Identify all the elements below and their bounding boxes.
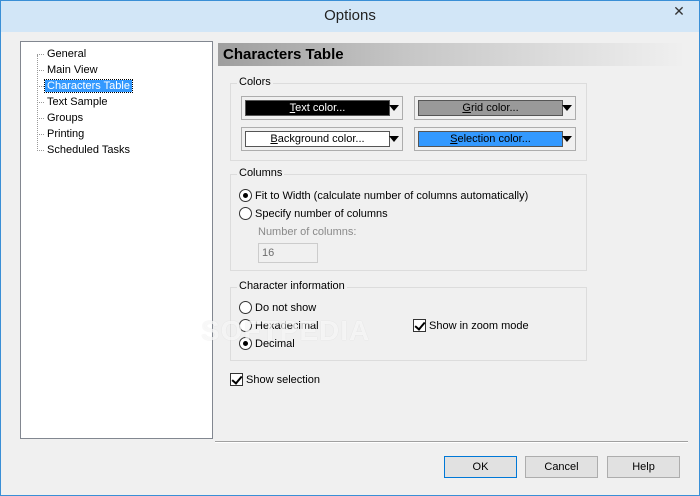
chevron-down-icon bbox=[562, 105, 572, 111]
do-not-show-radio[interactable]: Do not show bbox=[239, 300, 316, 316]
background-color-label: ackground color... bbox=[277, 133, 365, 145]
tree-item-main-view[interactable]: Main View bbox=[37, 62, 100, 78]
radio-icon bbox=[239, 301, 252, 314]
text-color-button[interactable]: Text color... bbox=[241, 96, 403, 120]
background-color-swatch: Background color... bbox=[245, 131, 390, 147]
number-of-columns-input[interactable]: 16 bbox=[258, 243, 318, 263]
columns-group: Columns Fit to Width (calculate number o… bbox=[230, 167, 587, 271]
show-in-zoom-mode-checkbox[interactable]: Show in zoom mode bbox=[413, 318, 529, 334]
title-bar: Options ✕ bbox=[1, 1, 699, 32]
tree-item-label: Scheduled Tasks bbox=[47, 144, 130, 156]
tree-item-label: Printing bbox=[47, 128, 85, 140]
selection-color-button[interactable]: Selection color... bbox=[414, 127, 576, 151]
close-icon[interactable]: ✕ bbox=[665, 1, 693, 21]
softpedia-watermark: SOFTPEDIA bbox=[201, 315, 371, 346]
text-color-label: ext color... bbox=[295, 102, 346, 114]
options-tree[interactable]: General Main View Characters Table Text … bbox=[20, 41, 213, 439]
tree-item-general[interactable]: General bbox=[37, 46, 88, 62]
show-in-zoom-mode-label: Show in zoom mode bbox=[429, 320, 529, 332]
tree-item-label: General bbox=[47, 48, 87, 60]
grid-color-label: rid color... bbox=[470, 102, 519, 114]
tree-item-characters-table[interactable]: Characters Table bbox=[37, 78, 133, 94]
selection-color-swatch: Selection color... bbox=[418, 131, 563, 147]
tree-item-printing[interactable]: Printing bbox=[37, 126, 86, 142]
colors-legend: Colors bbox=[237, 76, 273, 88]
tree-item-label: Text Sample bbox=[47, 96, 108, 108]
chevron-down-icon bbox=[562, 136, 572, 142]
selection-color-label: election color... bbox=[457, 133, 531, 145]
page-header: Characters Table bbox=[218, 43, 686, 66]
text-color-swatch: Text color... bbox=[245, 100, 390, 116]
colors-group: Colors Text color... Grid color... Backg… bbox=[230, 76, 587, 161]
grid-color-button[interactable]: Grid color... bbox=[414, 96, 576, 120]
do-not-show-label: Do not show bbox=[255, 302, 317, 314]
page-title: Characters Table bbox=[223, 46, 344, 63]
show-selection-label: Show selection bbox=[246, 374, 320, 386]
specify-columns-radio[interactable]: Specify number of columns bbox=[239, 206, 388, 222]
bottom-separator bbox=[215, 441, 688, 443]
radio-icon bbox=[239, 207, 252, 220]
chevron-down-icon bbox=[389, 136, 399, 142]
tree-item-groups[interactable]: Groups bbox=[37, 110, 85, 126]
cancel-button[interactable]: Cancel bbox=[525, 456, 598, 478]
checkbox-checked-icon bbox=[413, 319, 426, 332]
fit-to-width-label: Fit to Width (calculate number of column… bbox=[255, 190, 529, 202]
window-title: Options bbox=[324, 7, 376, 24]
tree-item-label: Main View bbox=[47, 64, 98, 76]
grid-color-mnemonic: G bbox=[462, 102, 471, 114]
tree-item-label: Characters Table bbox=[44, 79, 133, 93]
background-color-button[interactable]: Background color... bbox=[241, 127, 403, 151]
radio-checked-icon bbox=[239, 189, 252, 202]
character-info-legend: Character information bbox=[237, 280, 347, 292]
background-color-mnemonic: B bbox=[270, 133, 278, 145]
show-selection-checkbox[interactable]: Show selection bbox=[230, 372, 320, 388]
checkbox-checked-icon bbox=[230, 373, 243, 386]
tree-item-label: Groups bbox=[47, 112, 84, 124]
options-window: Options ✕ General Main View Characters T… bbox=[0, 0, 700, 496]
tree-item-text-sample[interactable]: Text Sample bbox=[37, 94, 110, 110]
columns-legend: Columns bbox=[237, 167, 285, 179]
chevron-down-icon bbox=[389, 105, 399, 111]
dialog-client: General Main View Characters Table Text … bbox=[9, 32, 692, 489]
tree-item-scheduled-tasks[interactable]: Scheduled Tasks bbox=[37, 142, 132, 158]
fit-to-width-radio[interactable]: Fit to Width (calculate number of column… bbox=[239, 188, 528, 204]
help-button[interactable]: Help bbox=[607, 456, 680, 478]
grid-color-swatch: Grid color... bbox=[418, 100, 563, 116]
specify-columns-label: Specify number of columns bbox=[255, 208, 388, 220]
ok-button[interactable]: OK bbox=[444, 456, 517, 478]
number-of-columns-label: Number of columns: bbox=[258, 226, 357, 238]
